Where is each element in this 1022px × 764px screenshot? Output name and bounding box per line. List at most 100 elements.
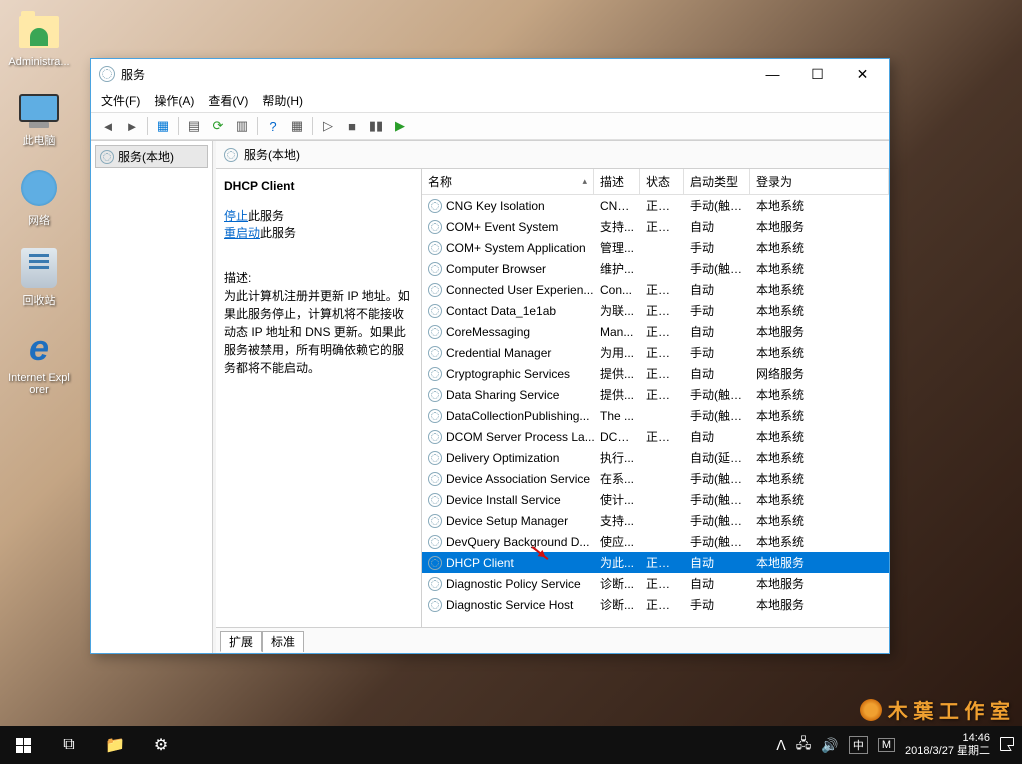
cell-name: Connected User Experien... <box>422 283 594 297</box>
service-row[interactable]: Delivery Optimization执行...自动(延迟...本地系统 <box>422 447 889 468</box>
cell-start: 自动 <box>684 554 750 571</box>
ime-lang-button[interactable]: 中 <box>849 736 868 754</box>
gear-icon <box>428 241 442 255</box>
menu-view[interactable]: 查看(V) <box>208 92 248 109</box>
action-center-button[interactable] <box>1000 737 1014 754</box>
cell-name: Delivery Optimization <box>422 451 594 465</box>
column-header-name[interactable]: 名称▴ <box>422 169 594 194</box>
cell-status: 正在... <box>640 218 684 235</box>
cell-desc: 为联... <box>594 302 640 319</box>
cell-desc: 支持... <box>594 218 640 235</box>
service-row[interactable]: Device Association Service在系...手动(触发...本… <box>422 468 889 489</box>
service-row[interactable]: DataCollectionPublishing...The ...手动(触发.… <box>422 405 889 426</box>
volume-tray-icon[interactable]: 🔊 <box>821 737 838 754</box>
service-row[interactable]: Diagnostic Policy Service诊断...正在...自动本地服… <box>422 573 889 594</box>
cell-start: 自动 <box>684 281 750 298</box>
pane-header: 服务(本地) <box>216 141 889 169</box>
service-row[interactable]: Device Setup Manager支持...手动(触发...本地系统 <box>422 510 889 531</box>
cell-name: CNG Key Isolation <box>422 199 594 213</box>
service-row[interactable]: Contact Data_1e1ab为联...正在...手动本地系统 <box>422 300 889 321</box>
service-row[interactable]: Device Install Service使计...手动(触发...本地系统 <box>422 489 889 510</box>
service-row[interactable]: Data Sharing Service提供...正在...手动(触发...本地… <box>422 384 889 405</box>
service-row[interactable]: DevQuery Background D...使应...手动(触发...本地系… <box>422 531 889 552</box>
service-row[interactable]: Connected User Experien...Con...正在...自动本… <box>422 279 889 300</box>
column-header-desc[interactable]: 描述 <box>594 169 640 194</box>
back-button[interactable]: ◄ <box>97 115 119 137</box>
desktop-icon-recycle-bin[interactable]: 回收站 <box>8 246 70 308</box>
service-row[interactable]: CoreMessagingMan...正在...自动本地服务 <box>422 321 889 342</box>
file-explorer-button[interactable]: 📁 <box>92 726 138 764</box>
cell-start: 自动 <box>684 575 750 592</box>
cell-desc: 为用... <box>594 344 640 361</box>
column-header-start[interactable]: 启动类型 <box>684 169 750 194</box>
column-header-status[interactable]: 状态 <box>640 169 684 194</box>
gear-icon <box>428 199 442 213</box>
taskbar-clock[interactable]: 14:46 2018/3/27 星期二 <box>905 732 990 758</box>
forward-button[interactable]: ► <box>121 115 143 137</box>
toolbar: ◄ ► ▦ ▤ ⟳ ▥ ? ▦ ▷ ■ ▮▮ ▶ <box>91 112 889 140</box>
view-detail-button[interactable]: ▦ <box>152 115 174 137</box>
gear-icon <box>428 472 442 486</box>
service-row[interactable]: COM+ Event System支持...正在...自动本地服务 <box>422 216 889 237</box>
refresh-button[interactable]: ⟳ <box>207 115 229 137</box>
cell-name: Diagnostic Policy Service <box>422 577 594 591</box>
service-row[interactable]: Diagnostic Service Host诊断...正在...手动本地服务 <box>422 594 889 615</box>
stop-service-button[interactable]: ■ <box>341 115 363 137</box>
desc-label: 描述: <box>224 269 413 287</box>
tree-item-services-local[interactable]: 服务(本地) <box>95 145 208 168</box>
cell-start: 自动(延迟... <box>684 449 750 466</box>
right-pane: 服务(本地) DHCP Client 停止此服务 重启动此服务 描述: 为此计算… <box>213 141 889 653</box>
pause-service-button[interactable]: ▮▮ <box>365 115 387 137</box>
toolbar-button[interactable]: ▦ <box>286 115 308 137</box>
tray-overflow-icon[interactable]: ᐱ <box>776 737 786 754</box>
tab-standard[interactable]: 标准 <box>262 631 304 652</box>
service-row[interactable]: COM+ System Application管理...手动本地系统 <box>422 237 889 258</box>
tab-extended[interactable]: 扩展 <box>220 631 262 652</box>
desktop-icon-network[interactable]: 网络 <box>8 166 70 228</box>
cell-logon: 本地系统 <box>750 260 889 277</box>
service-row[interactable]: Credential Manager为用...正在...手动本地系统 <box>422 342 889 363</box>
minimize-button[interactable]: — <box>750 60 795 88</box>
cell-start: 手动 <box>684 344 750 361</box>
menu-file[interactable]: 文件(F) <box>101 92 140 109</box>
service-row[interactable]: DHCP Client为此...正在...自动本地服务 <box>422 552 889 573</box>
cell-status: 正在... <box>640 302 684 319</box>
service-row[interactable]: Computer Browser维护...手动(触发...本地系统 <box>422 258 889 279</box>
service-row[interactable]: DCOM Server Process La...DCO...正在...自动本地… <box>422 426 889 447</box>
restart-service-button[interactable]: ▶ <box>389 115 411 137</box>
desktop-icon-label: 网络 <box>28 212 50 228</box>
settings-button[interactable]: ⚙ <box>138 726 184 764</box>
network-tray-icon[interactable]: 🖧 <box>796 733 812 757</box>
start-service-button[interactable]: ▷ <box>317 115 339 137</box>
start-button[interactable] <box>0 726 46 764</box>
menu-help[interactable]: 帮助(H) <box>262 92 303 109</box>
clock-date: 2018/3/27 星期二 <box>905 745 990 758</box>
cell-desc: 诊断... <box>594 596 640 613</box>
stop-link[interactable]: 停止 <box>224 209 248 223</box>
task-view-button[interactable]: ⧉ <box>46 726 92 764</box>
export-button[interactable]: ▥ <box>231 115 253 137</box>
restart-link[interactable]: 重启动 <box>224 226 260 240</box>
gear-icon <box>428 325 442 339</box>
properties-button[interactable]: ▤ <box>183 115 205 137</box>
list-body[interactable]: CNG Key IsolationCNG...正在...手动(触发...本地系统… <box>422 195 889 627</box>
gear-icon <box>428 451 442 465</box>
titlebar[interactable]: 服务 — ☐ ✕ <box>91 59 889 89</box>
desktop-icon-ie[interactable]: e Internet Explorer <box>8 326 70 396</box>
cell-logon: 本地系统 <box>750 302 889 319</box>
menu-action[interactable]: 操作(A) <box>154 92 194 109</box>
help-button[interactable]: ? <box>262 115 284 137</box>
close-button[interactable]: ✕ <box>840 60 885 88</box>
ime-mode-button[interactable]: M <box>878 738 895 752</box>
service-row[interactable]: CNG Key IsolationCNG...正在...手动(触发...本地系统 <box>422 195 889 216</box>
cell-start: 手动(触发... <box>684 470 750 487</box>
column-header-logon[interactable]: 登录为 <box>750 169 889 194</box>
cell-logon: 本地系统 <box>750 197 889 214</box>
cell-desc: The ... <box>594 409 640 423</box>
service-row[interactable]: Cryptographic Services提供...正在...自动网络服务 <box>422 363 889 384</box>
desktop-icon-admin[interactable]: Administra... <box>8 10 70 68</box>
maximize-button[interactable]: ☐ <box>795 60 840 88</box>
services-list: 名称▴描述状态启动类型登录为 CNG Key IsolationCNG...正在… <box>421 169 889 627</box>
desktop-icon-this-pc[interactable]: 此电脑 <box>8 86 70 148</box>
cell-logon: 本地服务 <box>750 596 889 613</box>
